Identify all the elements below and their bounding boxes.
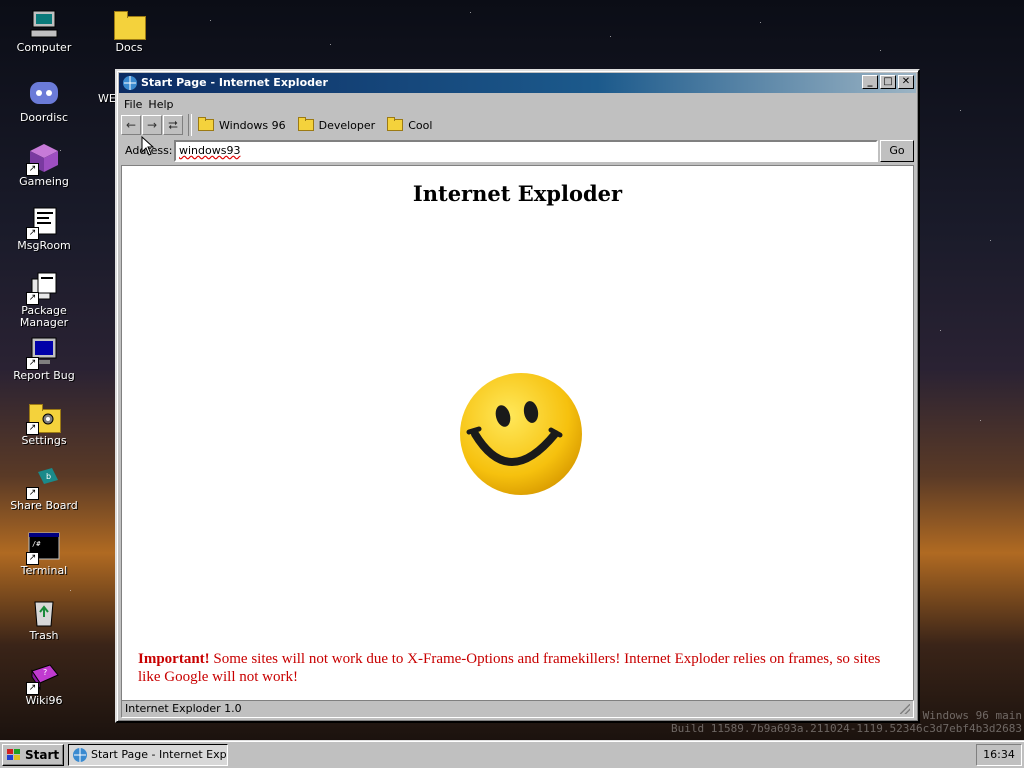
package-icon: ↗	[26, 271, 60, 305]
build-line-1: Windows 96 main	[922, 709, 1022, 722]
desktop-icon-label: Computer	[16, 41, 72, 54]
shortcut-arrow-icon: ↗	[26, 682, 39, 695]
bookmark-cool[interactable]: Cool	[387, 117, 433, 132]
window-title: Start Page - Internet Exploder	[141, 76, 328, 89]
menu-file[interactable]: File	[121, 97, 145, 113]
toolbar: ← → ⮂ Windows 96 Developer Cool	[121, 114, 914, 136]
page-viewport[interactable]: Internet Exploder Important! Some sites …	[121, 165, 914, 701]
desktop-icon-label: Settings	[21, 434, 67, 447]
shortcut-arrow-icon: ↗	[26, 422, 39, 435]
terminal-icon: /# ↗	[26, 531, 60, 565]
close-button[interactable]: ✕	[898, 75, 914, 89]
desktop-icon-msgroom[interactable]: ↗ MsgRoom	[6, 206, 82, 252]
start-button[interactable]: Start	[2, 744, 64, 766]
shortcut-arrow-icon: ↗	[26, 292, 39, 305]
folder-icon	[198, 117, 214, 131]
shortcut-arrow-icon: ↗	[26, 163, 39, 176]
share-board-icon: b ↗	[26, 466, 60, 500]
mouse-cursor-icon	[141, 136, 155, 156]
browser-app-icon	[73, 748, 87, 762]
folder-icon	[113, 8, 146, 40]
recycle-bin-icon	[28, 596, 60, 628]
desktop-icon-doordisc[interactable]: Doordisc	[6, 78, 82, 124]
desktop-icon-report-bug[interactable]: ↗ Report Bug	[6, 336, 82, 382]
taskbar-item-label: Start Page - Internet Exp...	[91, 748, 228, 761]
svg-text:/#: /#	[32, 540, 41, 548]
book-icon: ? ↗	[26, 661, 60, 695]
desktop-icon-settings[interactable]: ↗ Settings	[6, 401, 82, 447]
message-icon: ↗	[26, 206, 60, 240]
important-text: Some sites will not work due to X-Frame-…	[138, 651, 881, 685]
important-notice: Important! Some sites will not work due …	[138, 650, 897, 686]
bookmark-label: Developer	[318, 118, 376, 132]
desktop-icon-terminal[interactable]: /# ↗ Terminal	[6, 531, 82, 577]
bookmark-label: Windows 96	[219, 118, 286, 132]
desktop-icon-share-board[interactable]: b ↗ Share Board	[6, 466, 82, 512]
bookmark-developer[interactable]: Developer	[297, 117, 376, 132]
folder-icon	[387, 117, 404, 131]
monitor-icon: ↗	[26, 336, 60, 370]
shortcut-arrow-icon: ↗	[26, 227, 39, 240]
title-bar[interactable]: Start Page - Internet Exploder _ □ ✕	[119, 73, 916, 93]
desktop-icon-label: Gameing	[19, 175, 69, 188]
desktop-icon-label: Docs	[115, 41, 143, 54]
menu-help[interactable]: Help	[145, 97, 176, 113]
address-input[interactable]: windows93	[174, 140, 878, 162]
back-button[interactable]: ←	[121, 115, 141, 135]
taskbar: Start Start Page - Internet Exp... 16:34	[0, 740, 1024, 768]
desktop-icon-label: Doordisc	[19, 111, 69, 124]
browser-app-icon	[123, 76, 137, 90]
desktop-icon-partial[interactable]: WE	[82, 92, 116, 105]
start-label: Start	[25, 748, 60, 762]
toolbar-separator	[188, 114, 192, 136]
start-logo-icon	[7, 749, 20, 760]
important-label: Important!	[138, 651, 210, 667]
desktop-icon-package-manager[interactable]: ↗ Package Manager	[6, 271, 82, 329]
desktop-icon-label: Terminal	[20, 564, 68, 577]
desktop-icon-computer[interactable]: Computer	[6, 8, 82, 54]
desktop-icon-label: MsgRoom	[17, 239, 71, 252]
desktop-icon-label: Report Bug	[13, 369, 75, 382]
shortcut-arrow-icon: ↗	[26, 552, 39, 565]
desktop-icon-gameing[interactable]: ↗ Gameing	[6, 142, 82, 188]
settings-folder-icon: ↗	[26, 401, 61, 435]
minimize-button[interactable]: _	[862, 75, 878, 89]
refresh-button[interactable]: ⮂	[163, 115, 183, 135]
taskbar-item-browser[interactable]: Start Page - Internet Exp...	[68, 744, 228, 766]
build-watermark: Windows 96 main Build 11589.7b9a693a.211…	[671, 709, 1022, 735]
go-button[interactable]: Go	[880, 140, 914, 162]
browser-window: Start Page - Internet Exploder _ □ ✕ Fil…	[115, 69, 920, 723]
svg-text:b: b	[46, 472, 51, 481]
system-clock[interactable]: 16:34	[976, 744, 1022, 766]
computer-icon	[28, 8, 60, 40]
desktop-icon-label: Package Manager	[19, 304, 69, 329]
status-text: Internet Exploder 1.0	[125, 702, 242, 715]
bookmark-windows96[interactable]: Windows 96	[198, 117, 286, 132]
address-value: windows93	[179, 144, 241, 157]
folder-icon	[297, 117, 314, 131]
build-line-2: Build 11589.7b9a693a.211024-1119.52346c3…	[671, 722, 1022, 735]
menu-bar: File Help	[121, 97, 177, 113]
desktop-icon-wiki96[interactable]: ? ↗ Wiki96	[6, 661, 82, 707]
svg-text:?: ?	[43, 668, 47, 677]
shortcut-arrow-icon: ↗	[26, 487, 39, 500]
desktop-icon-label: Trash	[29, 629, 59, 642]
address-bar: Address: windows93 Go	[121, 139, 914, 163]
desktop-icon-label: Wiki96	[25, 694, 63, 707]
bookmark-label: Cool	[408, 118, 433, 132]
maximize-button[interactable]: □	[880, 75, 896, 89]
desktop-icon-label: WE	[98, 92, 116, 105]
chat-app-icon	[28, 78, 60, 110]
shortcut-arrow-icon: ↗	[26, 357, 39, 370]
desktop-icon-label: Share Board	[10, 499, 78, 512]
cube-icon: ↗	[26, 142, 60, 176]
smiley-face-icon	[460, 373, 582, 495]
desktop-icon-trash[interactable]: Trash	[6, 596, 82, 642]
forward-button[interactable]: →	[142, 115, 162, 135]
page-heading: Internet Exploder	[412, 181, 623, 206]
desktop-icon-docs[interactable]: Docs	[91, 8, 167, 54]
